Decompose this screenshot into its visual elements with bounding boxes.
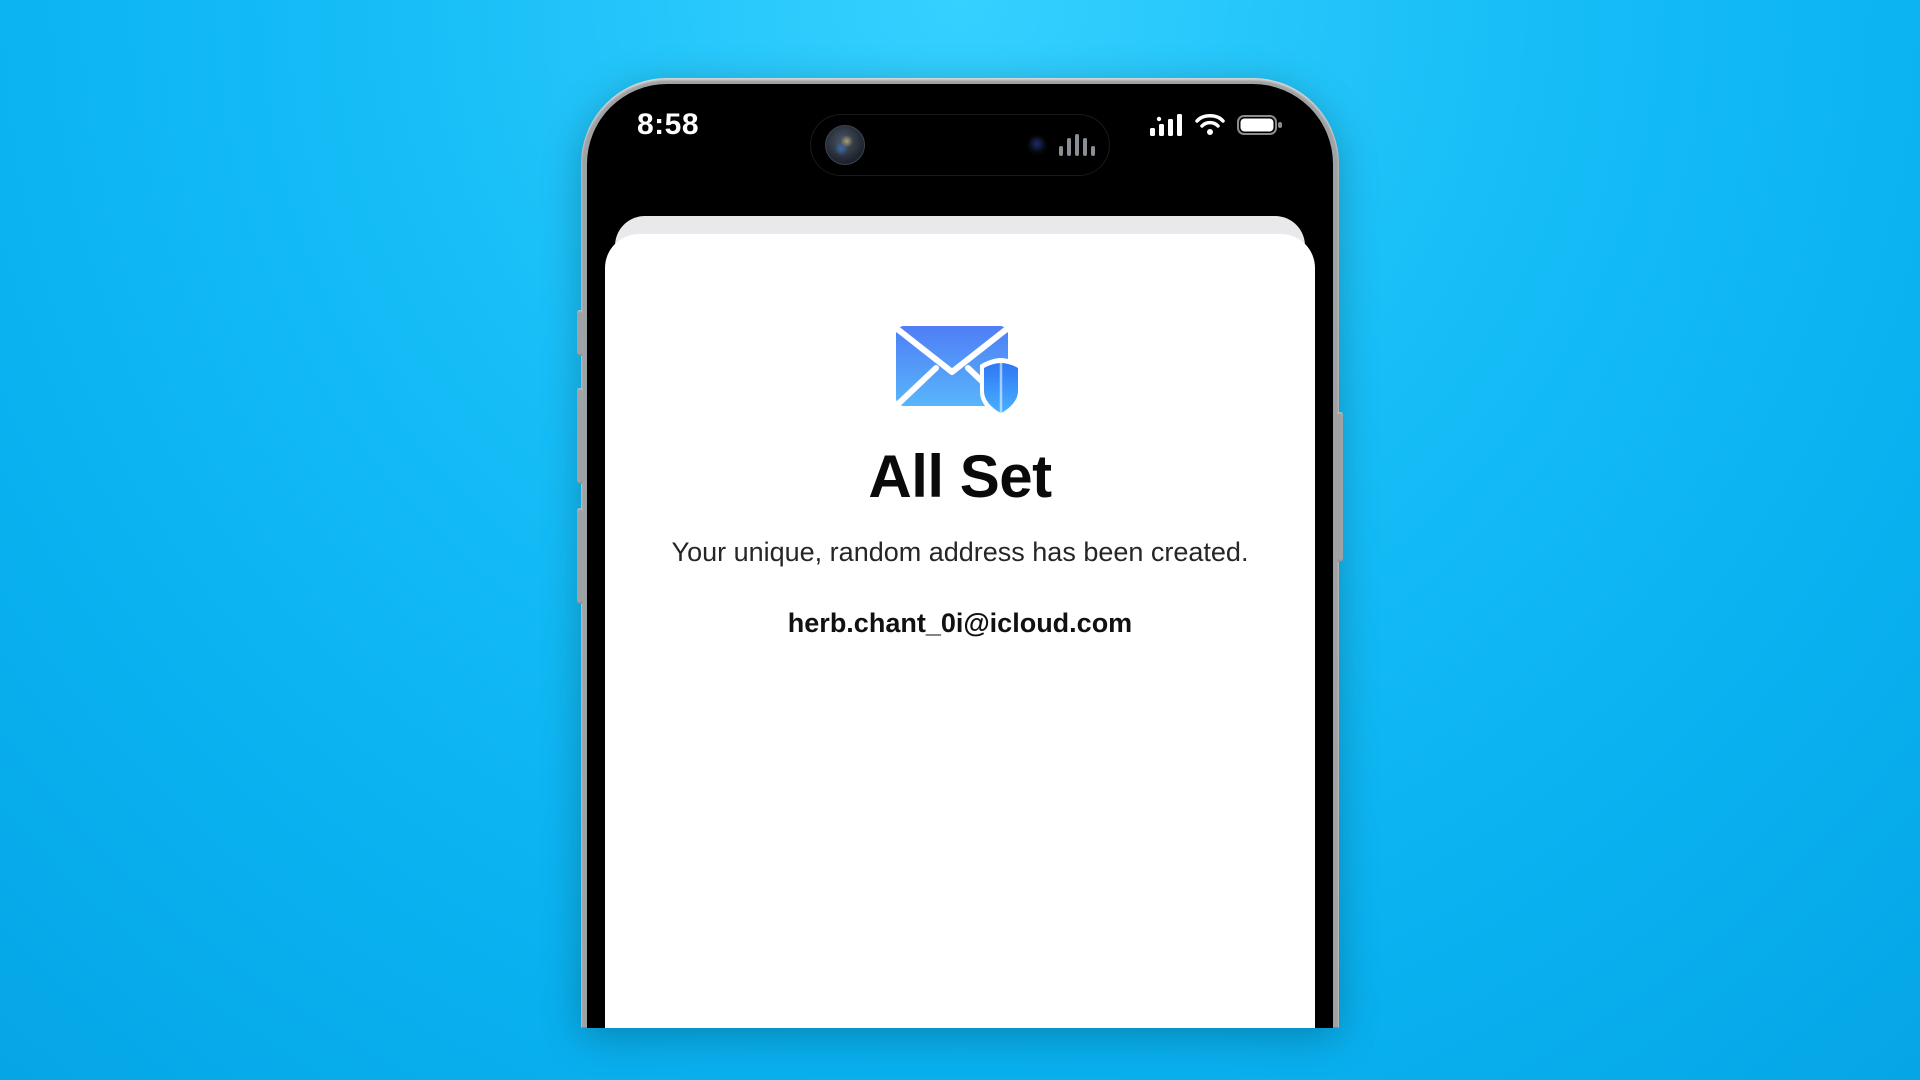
dynamic-island[interactable] [810,114,1110,176]
audio-waveform-icon [1059,134,1095,156]
phone-screen: 8:58 [599,96,1321,1028]
camera-lens-icon [1027,135,1047,155]
generated-email-address: herb.chant_0i@icloud.com [641,608,1279,639]
phone-frame: 8:58 [581,78,1339,1028]
sheet-subtitle: Your unique, random address has been cre… [641,537,1279,568]
power-button [1337,412,1343,562]
now-playing-artwork-icon [825,125,865,165]
modal-sheet: All Set Your unique, random address has … [605,234,1315,1028]
cellular-signal-icon [1149,114,1183,136]
phone-bezel: 8:58 [587,84,1333,1028]
wifi-icon [1195,114,1225,136]
battery-icon [1237,114,1283,136]
sheet-title: All Set [641,442,1279,511]
status-time: 8:58 [637,108,699,142]
volume-down-button [577,508,583,604]
hide-my-email-icon [890,318,1030,418]
volume-up-button [577,388,583,484]
silent-switch [577,310,583,356]
